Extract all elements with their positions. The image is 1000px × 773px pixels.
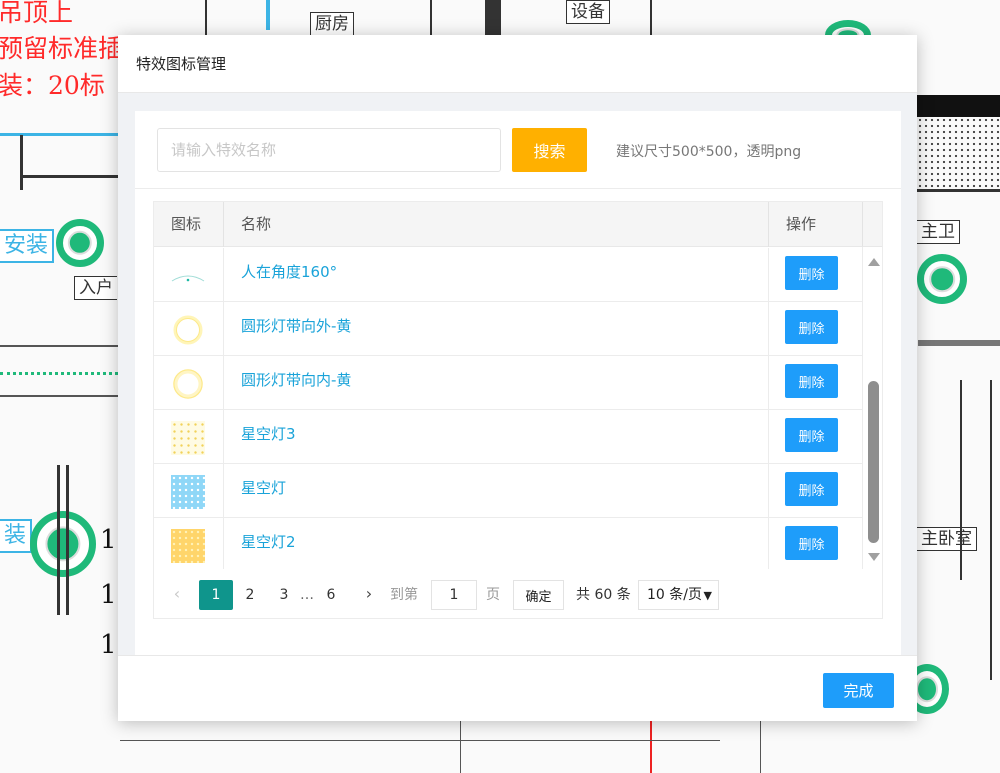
delete-button[interactable]: 删除 [785, 256, 838, 290]
delete-button[interactable]: 删除 [785, 472, 838, 506]
column-header-name: 名称 [241, 215, 272, 233]
table-row: 星空灯 删除 [154, 464, 862, 518]
page-size-select[interactable]: 10 条/页 ▼ [638, 580, 719, 610]
effect-icon-dialog: 特效图标管理 搜索 建议尺寸500*500，透明png 图标 名称 操作 [118, 35, 917, 721]
goto-page-input[interactable] [431, 580, 477, 610]
size-hint: 建议尺寸500*500，透明png [616, 144, 802, 160]
table-row: 人在角度160° 删除 [154, 248, 862, 302]
dialog-header: 特效图标管理 [118, 35, 917, 93]
ring-inward-yellow-icon [171, 367, 205, 401]
table-row: 星空灯2 删除 [154, 518, 862, 569]
scroll-down-icon[interactable] [868, 553, 880, 561]
angle-fan-icon [171, 259, 205, 293]
icon-name-link[interactable]: 人在角度160° [241, 248, 337, 296]
table-scrollbar[interactable] [862, 247, 882, 569]
starry-light-blue-icon [171, 475, 205, 509]
page-ellipsis[interactable]: … [296, 580, 318, 610]
dialog-footer: 完成 [118, 655, 917, 721]
icon-name-link[interactable]: 圆形灯带向外-黄 [241, 302, 351, 350]
page-3[interactable]: 3 [270, 580, 298, 610]
chevron-down-icon: ▼ [703, 589, 712, 602]
scroll-up-icon[interactable] [868, 258, 880, 266]
page-size-value: 10 条/页 [647, 587, 702, 603]
total-count: 共 60 条 [576, 587, 631, 603]
table-row: 圆形灯带向外-黄 删除 [154, 302, 862, 356]
dialog-body: 搜索 建议尺寸500*500，透明png 图标 名称 操作 [135, 111, 901, 667]
page-6[interactable]: 6 [317, 580, 345, 610]
goto-confirm-button[interactable]: 确定 [513, 580, 564, 610]
delete-button[interactable]: 删除 [785, 418, 838, 452]
delete-button[interactable]: 删除 [785, 526, 838, 560]
icon-name-link[interactable]: 星空灯2 [241, 518, 296, 566]
column-header-action: 操作 [786, 215, 817, 233]
icon-name-link[interactable]: 星空灯3 [241, 410, 296, 458]
icon-name-link[interactable]: 圆形灯带向内-黄 [241, 356, 351, 404]
delete-button[interactable]: 删除 [785, 310, 838, 344]
search-input[interactable] [157, 128, 501, 172]
scroll-thumb[interactable] [868, 381, 879, 543]
pagination: ‹ 1 2 3 … 6 › 到第 页 确定 共 60 条 10 条/页 ▼ [154, 569, 882, 618]
done-button[interactable]: 完成 [823, 673, 894, 708]
table-row: 星空灯3 删除 [154, 410, 862, 464]
icon-table: 图标 名称 操作 人在角度160° 删除 圆形灯带向外-黄 删除 圆形灯带向内-… [153, 201, 883, 619]
prev-page-icon[interactable]: ‹ [167, 583, 187, 605]
table-header: 图标 名称 操作 [154, 202, 862, 247]
starry-light-2-icon [171, 529, 205, 563]
search-bar: 搜索 建议尺寸500*500，透明png [135, 111, 901, 189]
table-body[interactable]: 人在角度160° 删除 圆形灯带向外-黄 删除 圆形灯带向内-黄 删除 星空灯3… [154, 247, 862, 569]
table-row: 圆形灯带向内-黄 删除 [154, 356, 862, 410]
column-header-icon: 图标 [171, 215, 202, 233]
dialog-title: 特效图标管理 [136, 55, 227, 73]
goto-label: 到第 [390, 587, 418, 603]
page-2[interactable]: 2 [236, 580, 264, 610]
search-button[interactable]: 搜索 [512, 128, 587, 172]
starry-light-3-icon [171, 421, 205, 455]
icon-name-link[interactable]: 星空灯 [241, 464, 286, 512]
next-page-icon[interactable]: › [359, 583, 379, 605]
delete-button[interactable]: 删除 [785, 364, 838, 398]
page-1[interactable]: 1 [199, 580, 233, 610]
page-unit-label: 页 [486, 587, 500, 603]
ring-outward-yellow-icon [171, 313, 205, 347]
